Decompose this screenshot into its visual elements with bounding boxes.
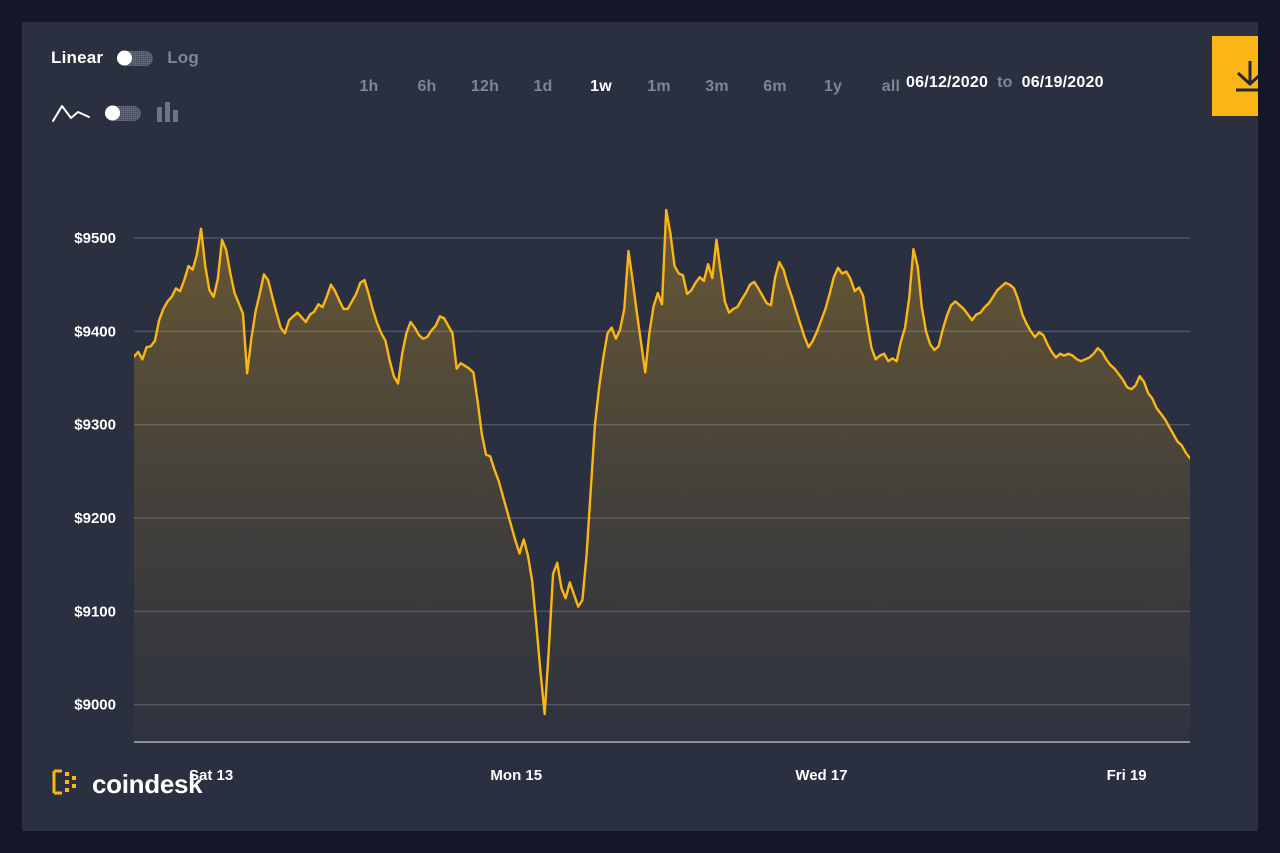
date-range-to[interactable]: 06/19/2020 xyxy=(1022,74,1104,92)
bar-chart-icon[interactable] xyxy=(155,100,181,126)
chart-panel: Linear Log 1h 6h 12h 1d 1w 1m 3m 6m 1y a… xyxy=(22,22,1258,831)
y-axis-tick-label: $9200 xyxy=(74,510,116,527)
range-button-6m[interactable]: 6m xyxy=(746,74,804,100)
chart-type-toggle-knob xyxy=(105,105,120,121)
x-axis-tick-label: Fri 19 xyxy=(1107,767,1147,782)
date-range-separator: to xyxy=(997,74,1013,91)
y-axis-tick-label: $9300 xyxy=(74,417,116,434)
y-axis-tick-label: $9400 xyxy=(74,323,116,340)
chart-toolbar: Linear Log 1h 6h 12h 1d 1w 1m 3m 6m 1y a… xyxy=(22,22,1258,142)
chart-type-toggle-switch[interactable] xyxy=(105,105,141,121)
range-button-3m[interactable]: 3m xyxy=(688,74,746,100)
scale-toggle-group: Linear Log xyxy=(51,46,199,70)
range-button-1d[interactable]: 1d xyxy=(514,74,572,100)
range-button-1m[interactable]: 1m xyxy=(630,74,688,100)
coindesk-logo: coindesk xyxy=(51,768,203,801)
scale-log-label[interactable]: Log xyxy=(167,48,199,68)
x-axis-tick-label: Mon 15 xyxy=(490,767,542,782)
y-axis-labels: $9000 $9100 $9200 $9300 $9400 $9500 xyxy=(74,230,116,714)
range-button-12h[interactable]: 12h xyxy=(456,74,514,100)
y-axis-tick-label: $9000 xyxy=(74,697,116,714)
range-button-1y[interactable]: 1y xyxy=(804,74,862,100)
chart-type-toggle-group xyxy=(51,100,181,126)
scale-toggle-knob xyxy=(117,50,133,66)
y-axis-tick-label: $9100 xyxy=(74,603,116,620)
price-chart-svg: $9000$9100$9200$9300$9400$9500 Sat 13 Mon… xyxy=(74,208,1190,782)
date-range-from[interactable]: 06/12/2020 xyxy=(906,74,988,92)
scale-toggle-switch[interactable] xyxy=(117,50,154,66)
date-range: 06/12/2020 to 06/19/2020 xyxy=(906,74,1104,92)
download-button[interactable] xyxy=(1212,36,1258,116)
range-button-1h[interactable]: 1h xyxy=(340,74,398,100)
line-chart-icon[interactable] xyxy=(51,101,91,125)
coindesk-bracket-icon xyxy=(51,768,79,801)
range-button-6h[interactable]: 6h xyxy=(398,74,456,100)
range-button-1w[interactable]: 1w xyxy=(572,74,630,100)
x-axis-labels: Sat 13 Mon 15 Wed 17 Fri 19 xyxy=(189,767,1147,782)
time-range-selector: 1h 6h 12h 1d 1w 1m 3m 6m 1y all xyxy=(340,74,920,100)
y-axis-tick-label: $9500 xyxy=(74,230,116,247)
x-axis-tick-label: Wed 17 xyxy=(795,767,847,782)
price-chart[interactable]: $9000 $9100 $9200 $9300 $9400 $9500 Sat 13 Mon… xyxy=(22,142,1258,782)
coindesk-wordmark: coindesk xyxy=(92,769,203,799)
scale-linear-label[interactable]: Linear xyxy=(51,48,103,68)
download-arrow-icon xyxy=(1236,61,1258,92)
chart-window: Linear Log 1h 6h 12h 1d 1w 1m 3m 6m 1y a… xyxy=(0,0,1280,853)
